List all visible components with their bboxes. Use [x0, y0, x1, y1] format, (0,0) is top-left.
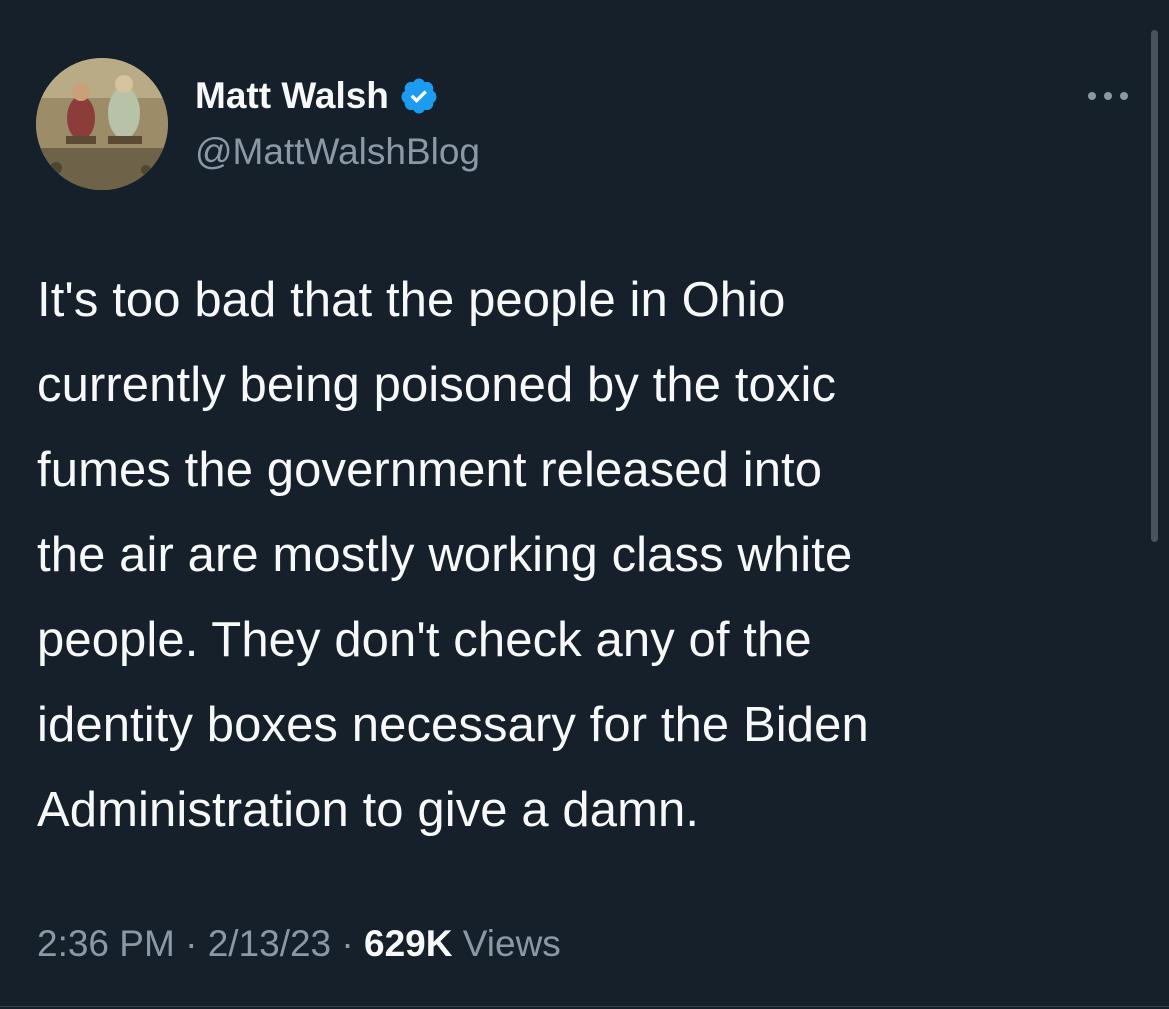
- author-display-name[interactable]: Matt Walsh: [195, 74, 389, 118]
- tweet-time[interactable]: 2:36 PM: [37, 923, 175, 964]
- meta-separator: ·: [185, 923, 198, 964]
- author-handle[interactable]: @MattWalshBlog: [195, 130, 480, 174]
- verified-badge-icon: [401, 78, 437, 114]
- avatar-image: [36, 58, 168, 190]
- meta-separator: ·: [341, 923, 354, 964]
- tweet-date[interactable]: 2/13/23: [208, 923, 331, 964]
- scrollbar[interactable]: [1151, 30, 1158, 542]
- avatar[interactable]: [36, 58, 168, 190]
- tweet-text: It's too bad that the people in Ohio cur…: [37, 273, 869, 837]
- more-horizontal-icon[interactable]: [1084, 84, 1132, 108]
- views-label: Views: [462, 923, 561, 964]
- divider: [0, 1006, 1169, 1007]
- views-count[interactable]: 629K: [364, 923, 452, 964]
- author-name-row: Matt Walsh: [195, 74, 439, 118]
- tweet-metadata: 2:36 PM · 2/13/23 · 629K Views: [37, 920, 561, 968]
